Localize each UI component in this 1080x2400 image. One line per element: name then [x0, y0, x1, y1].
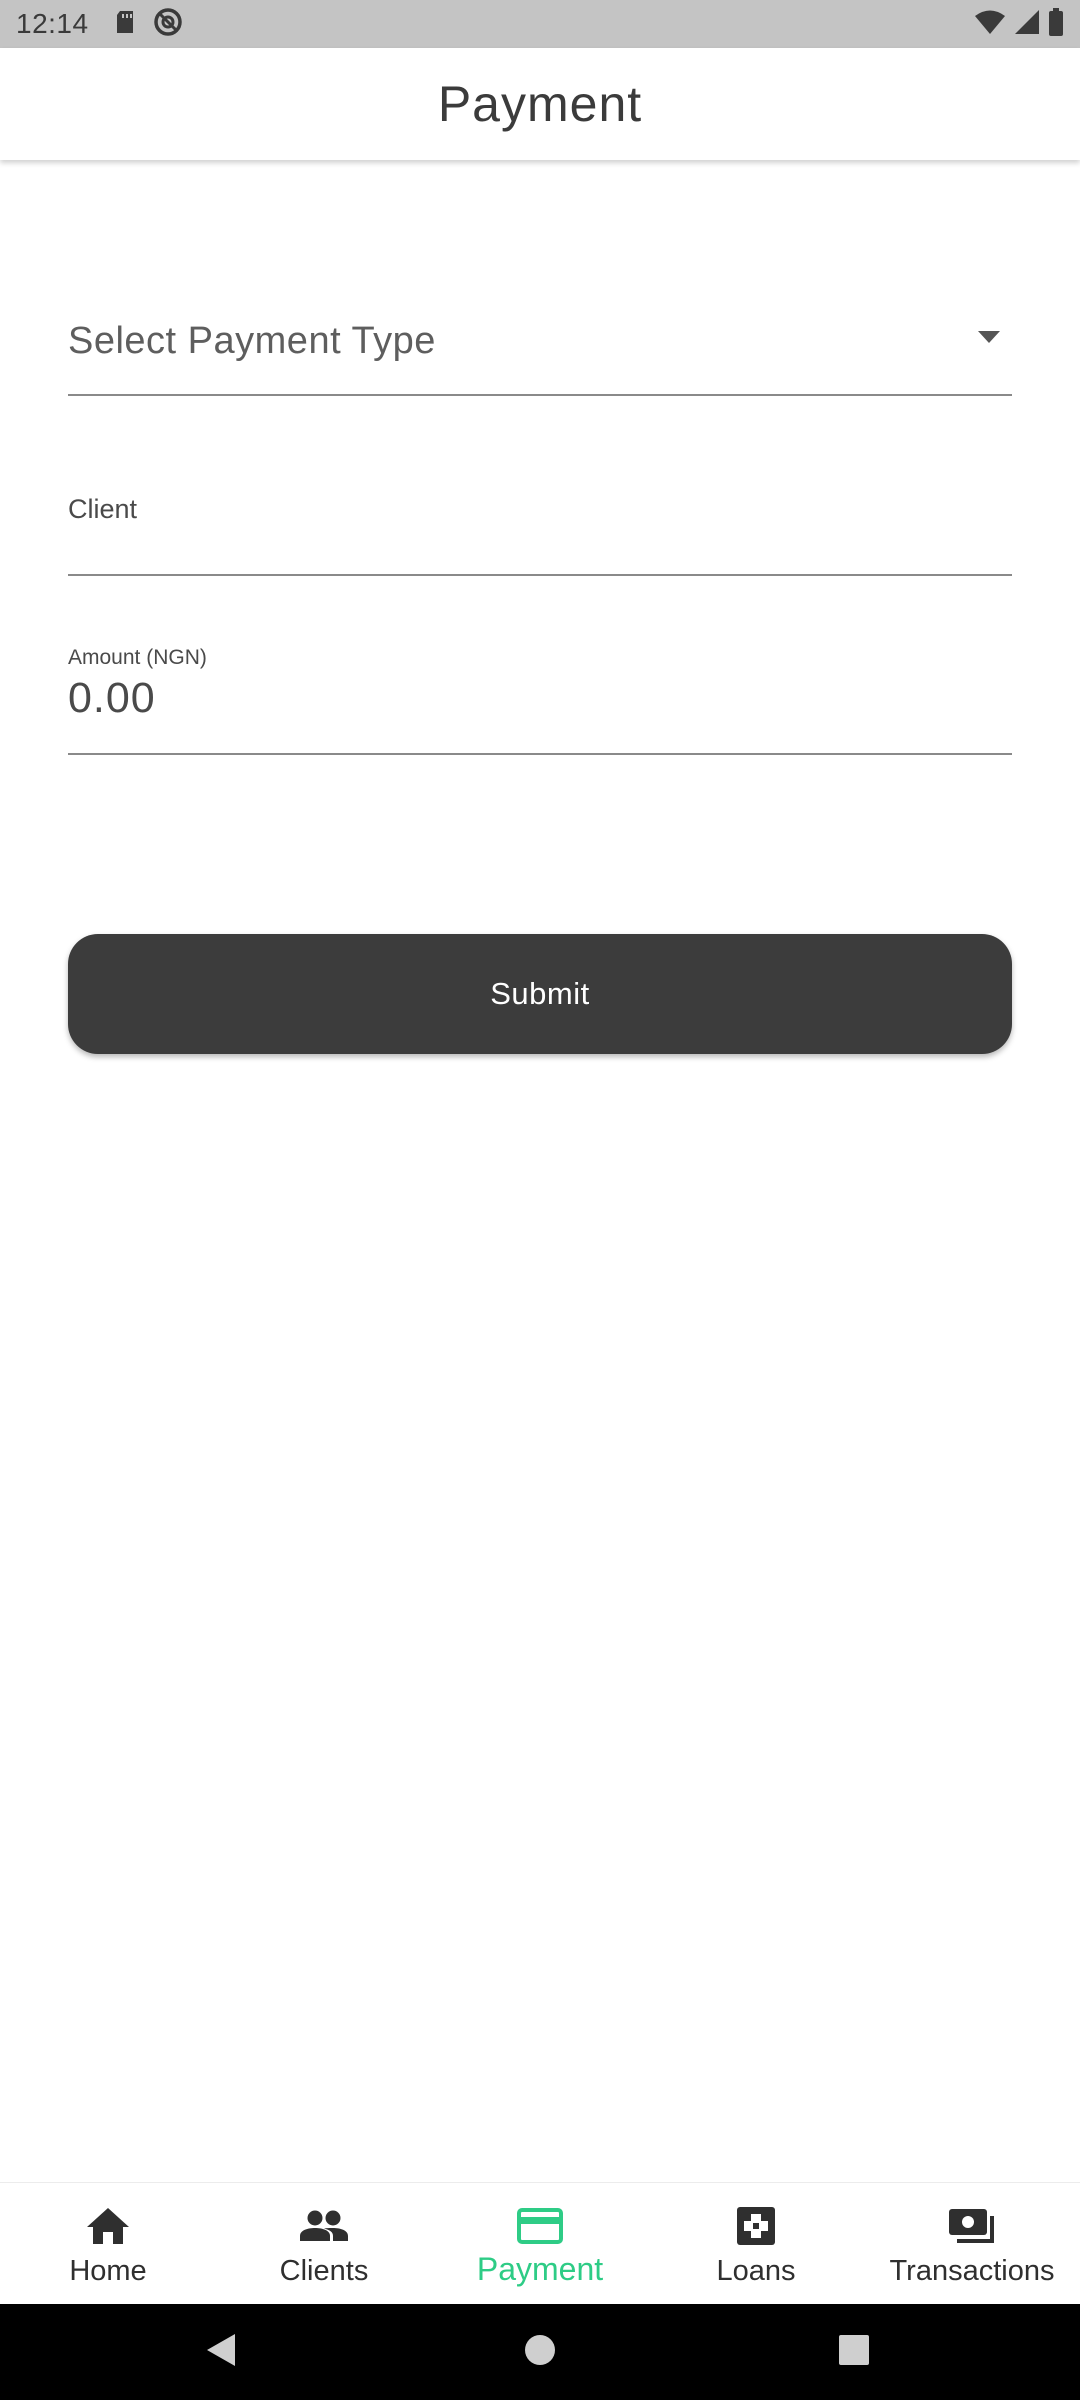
- payment-type-value: Select Payment Type: [68, 320, 436, 362]
- nav-item-payment[interactable]: Payment: [432, 2183, 648, 2304]
- status-bar: 12:14: [0, 0, 1080, 48]
- system-navigation-bar: [0, 2304, 1080, 2400]
- payment-type-select[interactable]: Select Payment Type: [68, 300, 1012, 396]
- cellular-signal-icon: [1014, 9, 1040, 40]
- submit-button[interactable]: Submit: [68, 934, 1012, 1054]
- credit-card-icon: [517, 2205, 563, 2247]
- wifi-icon: [974, 9, 1006, 40]
- page-title: Payment: [437, 76, 643, 132]
- client-label: Client: [68, 494, 138, 524]
- amount-value: 0.00: [68, 674, 156, 722]
- nav-label-payment: Payment: [476, 2251, 604, 2287]
- nav-label-clients: Clients: [279, 2255, 369, 2287]
- nav-label-home: Home: [69, 2255, 147, 2287]
- nav-item-home[interactable]: Home: [0, 2183, 216, 2304]
- client-field[interactable]: Client: [68, 480, 1012, 576]
- status-right-icons: [974, 7, 1064, 41]
- back-icon[interactable]: [205, 2332, 237, 2373]
- submit-label: Submit: [490, 976, 590, 1011]
- home-icon: [86, 2205, 130, 2247]
- nav-item-loans[interactable]: Loans: [648, 2183, 864, 2304]
- app-bar: Payment: [0, 48, 1080, 160]
- nav-label-transactions: Transactions: [889, 2255, 1055, 2287]
- cash-icon: [948, 2205, 996, 2247]
- sd-card-icon: [115, 10, 135, 39]
- nav-label-loans: Loans: [716, 2255, 796, 2287]
- loans-icon: [736, 2205, 776, 2247]
- status-left-icons: [115, 7, 183, 42]
- amount-label: Amount (NGN): [68, 646, 207, 669]
- payment-screen: 12:14 Payment Select Payment Type Client…: [0, 0, 1080, 2400]
- dropdown-arrow-icon: [978, 330, 1000, 348]
- nav-item-clients[interactable]: Clients: [216, 2183, 432, 2304]
- bottom-navigation: Home Clients Payment Loans Transactions: [0, 2182, 1080, 2304]
- people-icon: [299, 2205, 349, 2247]
- home-circle-icon[interactable]: [524, 2332, 556, 2373]
- nav-item-transactions[interactable]: Transactions: [864, 2183, 1080, 2304]
- recents-icon[interactable]: [838, 2332, 870, 2373]
- battery-icon: [1048, 7, 1064, 41]
- amount-field[interactable]: Amount (NGN) 0.00: [68, 640, 1012, 755]
- status-time: 12:14: [16, 8, 89, 39]
- do-not-disturb-icon: [153, 7, 183, 42]
